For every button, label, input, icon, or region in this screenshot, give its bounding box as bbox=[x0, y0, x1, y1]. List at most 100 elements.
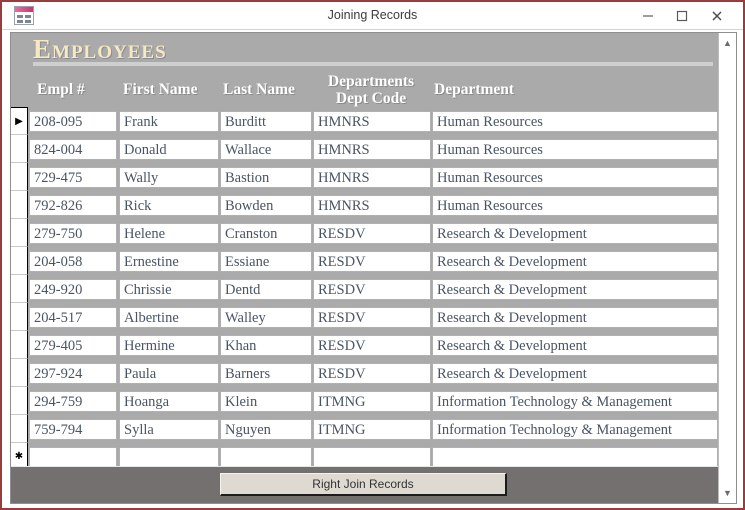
cell-empl[interactable]: 759-794 bbox=[29, 419, 117, 440]
cell-empl[interactable]: 729-475 bbox=[29, 167, 117, 188]
cell-last-name[interactable] bbox=[220, 447, 312, 468]
scrollbar-track[interactable] bbox=[719, 51, 736, 485]
record-selector[interactable] bbox=[11, 191, 28, 219]
table-row[interactable]: 792-826 Rick Bowden HMNRS Human Resources bbox=[11, 191, 718, 219]
cell-first-name[interactable]: Chrissie bbox=[119, 279, 219, 300]
cell-department[interactable]: Information Technology & Management bbox=[432, 391, 718, 412]
cell-first-name[interactable]: Rick bbox=[119, 195, 219, 216]
cell-empl[interactable]: 792-826 bbox=[29, 195, 117, 216]
cell-dept-code[interactable]: RESDV bbox=[313, 363, 431, 384]
table-row[interactable]: 279-405 Hermine Khan RESDV Research & Develo… bbox=[11, 331, 718, 359]
cell-dept-code[interactable]: HMNRS bbox=[313, 167, 431, 188]
cell-dept-code[interactable]: RESDV bbox=[313, 251, 431, 272]
cell-last-name[interactable]: Bastion bbox=[220, 167, 312, 188]
minimize-icon[interactable] bbox=[631, 2, 664, 29]
cell-first-name[interactable] bbox=[119, 447, 219, 468]
cell-department[interactable]: Research & Development bbox=[432, 335, 718, 356]
table-row[interactable]: 297-924 Paula Barners RESDV Research & Devel… bbox=[11, 359, 718, 387]
record-selector[interactable] bbox=[11, 219, 28, 247]
cell-empl[interactable]: 204-517 bbox=[29, 307, 117, 328]
table-row[interactable]: 294-759 Hoanga Klein ITMNG Information Techn… bbox=[11, 387, 718, 415]
cell-first-name[interactable]: Hermine bbox=[119, 335, 219, 356]
cell-dept-code[interactable]: ITMNG bbox=[313, 419, 431, 440]
cell-department[interactable]: Information Technology & Management bbox=[432, 419, 718, 440]
cell-empl[interactable]: 208-095 bbox=[29, 111, 117, 132]
cell-first-name[interactable]: Donald bbox=[119, 139, 219, 160]
cell-empl[interactable]: 204-058 bbox=[29, 251, 117, 272]
record-selector[interactable] bbox=[11, 135, 28, 163]
table-row[interactable]: 824-004 Donald Wallace HMNRS Human Resources bbox=[11, 135, 718, 163]
cell-last-name[interactable]: Burditt bbox=[220, 111, 312, 132]
cell-first-name[interactable]: Albertine bbox=[119, 307, 219, 328]
cell-dept-code[interactable]: HMNRS bbox=[313, 139, 431, 160]
cell-dept-code[interactable]: RESDV bbox=[313, 223, 431, 244]
cell-dept-code[interactable]: HMNRS bbox=[313, 195, 431, 216]
cell-last-name[interactable]: Barners bbox=[220, 363, 312, 384]
cell-department[interactable]: Human Resources bbox=[432, 139, 718, 160]
cell-first-name[interactable]: Paula bbox=[119, 363, 219, 384]
cell-last-name[interactable]: Bowden bbox=[220, 195, 312, 216]
cell-last-name[interactable]: Klein bbox=[220, 391, 312, 412]
record-selector[interactable] bbox=[11, 415, 28, 443]
cell-empl[interactable]: 297-924 bbox=[29, 363, 117, 384]
cell-first-name[interactable]: Frank bbox=[119, 111, 219, 132]
cell-empl[interactable] bbox=[29, 447, 117, 468]
record-selector[interactable] bbox=[11, 331, 28, 359]
cell-last-name[interactable]: Essiane bbox=[220, 251, 312, 272]
cell-empl[interactable]: 279-405 bbox=[29, 335, 117, 356]
cell-dept-code[interactable] bbox=[313, 447, 431, 468]
table-row[interactable]: 729-475 Wally Bastion HMNRS Human Resources bbox=[11, 163, 718, 191]
table-row[interactable]: 204-058 Ernestine Essiane RESDV Research & D… bbox=[11, 247, 718, 275]
record-selector[interactable] bbox=[11, 359, 28, 387]
cell-last-name[interactable]: Cranston bbox=[220, 223, 312, 244]
close-icon[interactable] bbox=[700, 2, 733, 29]
cell-dept-code[interactable]: RESDV bbox=[313, 307, 431, 328]
right-join-records-button[interactable]: Right Join Records bbox=[220, 473, 507, 496]
cell-dept-code[interactable]: HMNRS bbox=[313, 111, 431, 132]
cell-last-name[interactable]: Walley bbox=[220, 307, 312, 328]
cell-first-name[interactable]: Wally bbox=[119, 167, 219, 188]
cell-empl[interactable]: 824-004 bbox=[29, 139, 117, 160]
cell-department[interactable] bbox=[432, 447, 718, 468]
cell-first-name[interactable]: Ernestine bbox=[119, 251, 219, 272]
maximize-icon[interactable] bbox=[665, 2, 698, 29]
column-header-dept-code-line2: Dept Code bbox=[335, 90, 407, 107]
cell-department[interactable]: Research & Development bbox=[432, 363, 718, 384]
cell-first-name[interactable]: Helene bbox=[119, 223, 219, 244]
table-row[interactable]: 249-920 Chrissie Dentd RESDV Research & Deve… bbox=[11, 275, 718, 303]
table-row[interactable]: ▶ 208-095 Frank Burditt HMNRS Human Resources bbox=[11, 107, 718, 135]
cell-dept-code[interactable]: RESDV bbox=[313, 335, 431, 356]
cell-dept-code[interactable]: ITMNG bbox=[313, 391, 431, 412]
cell-empl[interactable]: 279-750 bbox=[29, 223, 117, 244]
record-selector[interactable] bbox=[11, 303, 28, 331]
cell-department[interactable]: Human Resources bbox=[432, 111, 718, 132]
record-selector[interactable] bbox=[11, 275, 28, 303]
table-row[interactable]: 204-517 Albertine Walley RESDV Research & De… bbox=[11, 303, 718, 331]
cell-department[interactable]: Research & Development bbox=[432, 279, 718, 300]
cell-last-name[interactable]: Dentd bbox=[220, 279, 312, 300]
record-selector[interactable] bbox=[11, 163, 28, 191]
table-row[interactable]: 759-794 Sylla Nguyen ITMNG Information Techn… bbox=[11, 415, 718, 443]
cell-last-name[interactable]: Wallace bbox=[220, 139, 312, 160]
form-title: Employees bbox=[33, 34, 167, 64]
record-selector[interactable] bbox=[11, 247, 28, 275]
cell-dept-code[interactable]: RESDV bbox=[313, 279, 431, 300]
form-header: Employees Empl # First Name Last Name De… bbox=[11, 33, 718, 107]
cell-department[interactable]: Research & Development bbox=[432, 223, 718, 244]
cell-first-name[interactable]: Hoanga bbox=[119, 391, 219, 412]
table-row[interactable]: 279-750 Helene Cranston RESDV Research & Dev… bbox=[11, 219, 718, 247]
record-selector[interactable] bbox=[11, 387, 28, 415]
cell-empl[interactable]: 249-920 bbox=[29, 279, 117, 300]
cell-first-name[interactable]: Sylla bbox=[119, 419, 219, 440]
cell-department[interactable]: Human Resources bbox=[432, 195, 718, 216]
scroll-up-icon[interactable]: ▲ bbox=[719, 35, 736, 51]
cell-department[interactable]: Research & Development bbox=[432, 251, 718, 272]
cell-last-name[interactable]: Khan bbox=[220, 335, 312, 356]
cell-empl[interactable]: 294-759 bbox=[29, 391, 117, 412]
cell-department[interactable]: Human Resources bbox=[432, 167, 718, 188]
cell-last-name[interactable]: Nguyen bbox=[220, 419, 312, 440]
record-selector[interactable]: ▶ bbox=[11, 107, 28, 135]
scroll-down-icon[interactable]: ▼ bbox=[719, 485, 736, 501]
vertical-scrollbar[interactable]: ▲ ▼ bbox=[718, 33, 736, 503]
cell-department[interactable]: Research & Development bbox=[432, 307, 718, 328]
